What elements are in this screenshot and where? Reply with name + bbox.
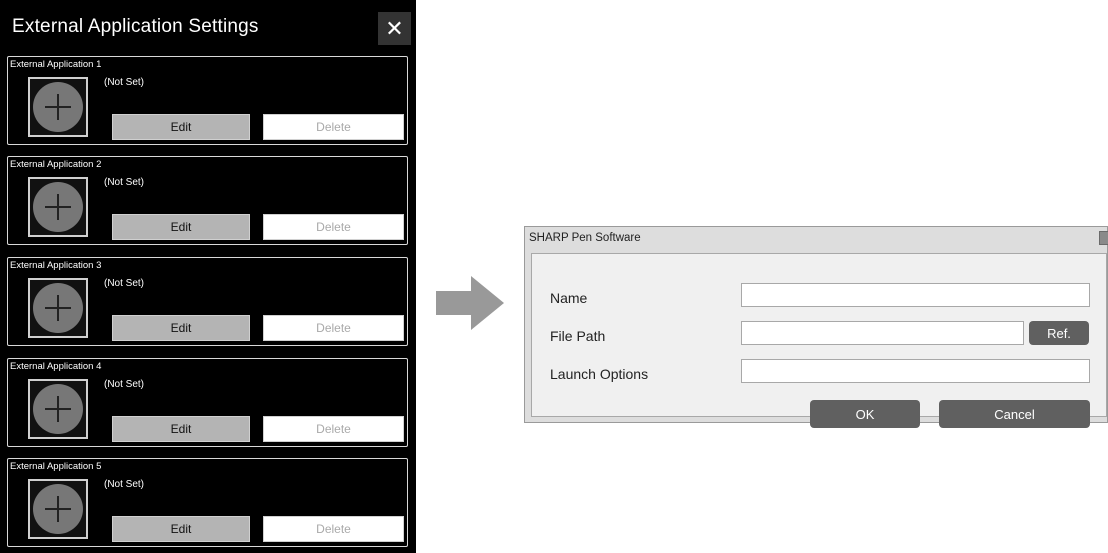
delete-button[interactable]: Delete [263,315,404,341]
delete-button[interactable]: Delete [263,516,404,542]
launch-options-field[interactable] [741,359,1090,383]
app-card-4: External Application 4 (Not Set) Edit De… [7,358,408,447]
right-arrow-icon [436,276,504,330]
app-card-label: External Application 3 [10,260,102,271]
edit-button[interactable]: Edit [112,416,250,442]
ref-button[interactable]: Ref. [1029,321,1089,345]
name-label: Name [550,290,588,306]
app-card-label: External Application 1 [10,59,102,70]
ok-button[interactable]: OK [810,400,920,428]
app-status: (Not Set) [104,379,145,390]
app-status: (Not Set) [104,278,145,289]
plus-icon [33,283,83,333]
plus-icon [33,484,83,534]
name-field[interactable] [741,283,1090,307]
app-card-2: External Application 2 (Not Set) Edit De… [7,156,408,245]
dialog-title: SHARP Pen Software [529,232,641,244]
file-path-field[interactable] [741,321,1024,345]
add-app-icon-button[interactable] [28,77,88,137]
add-app-icon-button[interactable] [28,379,88,439]
dialog-close-icon[interactable] [1099,231,1108,245]
delete-button[interactable]: Delete [263,214,404,240]
launch-options-label: Launch Options [550,366,649,382]
edit-button[interactable]: Edit [112,114,250,140]
delete-button[interactable]: Delete [263,416,404,442]
close-icon: ✕ [385,15,404,41]
app-card-label: External Application 4 [10,361,102,372]
edit-button[interactable]: Edit [112,516,250,542]
app-card-1: External Application 1 (Not Set) Edit De… [7,56,408,145]
app-status: (Not Set) [104,479,145,490]
app-status: (Not Set) [104,177,145,188]
delete-button[interactable]: Delete [263,114,404,140]
app-card-label: External Application 2 [10,159,102,170]
plus-icon [33,182,83,232]
close-button[interactable]: ✕ [378,12,411,45]
app-card-label: External Application 5 [10,461,102,472]
dialog-body: Name File Path Ref. Launch Options OK Ca… [531,253,1107,428]
edit-button[interactable]: Edit [112,214,250,240]
add-app-icon-button[interactable] [28,177,88,237]
external-app-settings-panel: External Application Settings ✕ External… [0,0,416,553]
cancel-button[interactable]: Cancel [939,400,1090,428]
app-card-3: External Application 3 (Not Set) Edit De… [7,257,408,346]
app-status: (Not Set) [104,77,145,88]
edit-button[interactable]: Edit [112,315,250,341]
panel-title: External Application Settings [12,16,259,37]
app-card-5: External Application 5 (Not Set) Edit De… [7,458,408,547]
file-path-label: File Path [550,328,606,344]
plus-icon [33,384,83,434]
sharp-pen-dialog: SHARP Pen Software Name File Path Ref. L… [524,226,1108,428]
plus-icon [33,82,83,132]
add-app-icon-button[interactable] [28,278,88,338]
add-app-icon-button[interactable] [28,479,88,539]
